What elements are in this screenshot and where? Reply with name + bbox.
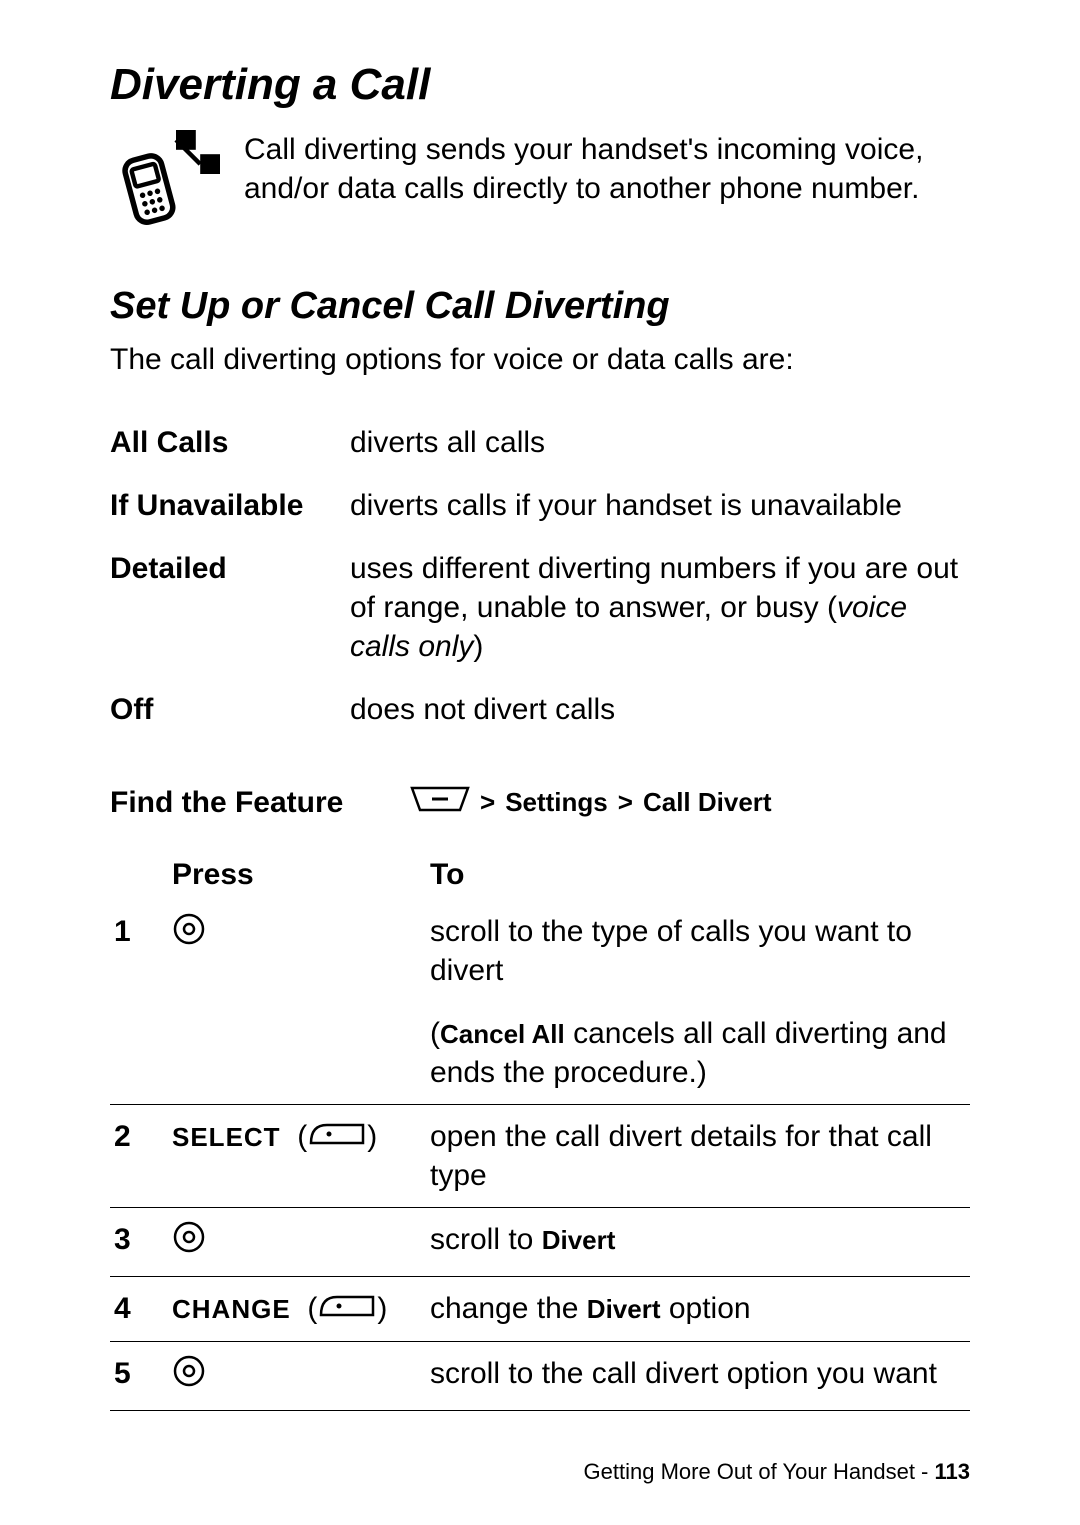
step-row: 3 scroll to Divert — [110, 1207, 970, 1276]
nav-key-icon — [172, 1354, 206, 1398]
option-desc: does not divert calls — [350, 678, 970, 741]
soft-key-icon — [317, 1290, 377, 1329]
menu-key-icon — [410, 786, 470, 819]
step-text: option — [661, 1292, 751, 1325]
option-row: All Calls diverts all calls — [110, 411, 970, 474]
col-to-header: To — [426, 850, 970, 900]
steps-table: Press To 1 scroll to the type of calls y… — [110, 850, 970, 1412]
step-desc: scroll to the type of calls you want to … — [426, 900, 970, 1002]
step-number: 5 — [110, 1342, 168, 1411]
option-desc: diverts calls if your handset is unavail… — [350, 474, 970, 537]
option-row: Off does not divert calls — [110, 678, 970, 741]
find-feature-path: > Settings > Call Divert — [410, 786, 772, 819]
steps-header: Press To — [110, 850, 970, 900]
option-row: If Unavailable diverts calls if your han… — [110, 474, 970, 537]
step-number: 4 — [110, 1276, 168, 1342]
option-label: Detailed — [110, 537, 350, 678]
step-row: 2 SELECT ( ) open the call divert detail… — [110, 1104, 970, 1207]
option-label: Off — [110, 678, 350, 741]
step-note: (Cancel All cancels all call diverting a… — [426, 1002, 970, 1105]
phone-divert-icon — [110, 130, 220, 245]
soft-key-icon — [307, 1118, 367, 1157]
step-press — [168, 1342, 426, 1411]
step-press — [168, 900, 426, 1002]
step-press: SELECT ( ) — [168, 1104, 426, 1207]
options-table: All Calls diverts all calls If Unavailab… — [110, 411, 970, 741]
find-feature-row: Find the Feature > Settings > Call Diver… — [110, 786, 970, 820]
step-desc: open the call divert details for that ca… — [426, 1104, 970, 1207]
option-row: Detailed uses different diverting number… — [110, 537, 970, 678]
nav-key-icon — [172, 1220, 206, 1264]
step-row: 5 scroll to the call divert option you w… — [110, 1342, 970, 1411]
step-press — [168, 1207, 426, 1276]
step-desc: change the Divert option — [426, 1276, 970, 1342]
page-title: Diverting a Call — [110, 60, 970, 110]
softkey-label: CHANGE — [172, 1294, 291, 1324]
step-row: 1 scroll to the type of calls you want t… — [110, 900, 970, 1002]
step-press: CHANGE ( ) — [168, 1276, 426, 1342]
note-open: ( — [430, 1017, 440, 1050]
option-label: If Unavailable — [110, 474, 350, 537]
breadcrumb-sep: > — [618, 787, 633, 818]
breadcrumb-item: Call Divert — [643, 787, 772, 818]
intro-row: Call diverting sends your handset's inco… — [110, 130, 970, 245]
nav-key-icon — [172, 912, 206, 956]
step-number: 3 — [110, 1207, 168, 1276]
option-label: All Calls — [110, 411, 350, 474]
breadcrumb-item: Settings — [505, 787, 608, 818]
step-text: change the — [430, 1292, 587, 1325]
note-strong: Cancel All — [440, 1019, 565, 1049]
step-desc: scroll to Divert — [426, 1207, 970, 1276]
step-desc: scroll to the call divert option you wan… — [426, 1342, 970, 1411]
step-number: 1 — [110, 900, 168, 1002]
step-row-note: (Cancel All cancels all call diverting a… — [110, 1002, 970, 1105]
step-number: 2 — [110, 1104, 168, 1207]
find-feature-label: Find the Feature — [110, 786, 410, 820]
page-number: 113 — [935, 1459, 971, 1484]
section-heading: Set Up or Cancel Call Diverting — [110, 285, 970, 328]
step-strong: Divert — [542, 1225, 616, 1255]
intro-text: Call diverting sends your handset's inco… — [244, 130, 970, 208]
page-footer: Getting More Out of Your Handset - 113 — [584, 1459, 970, 1485]
option-desc-after: ) — [473, 630, 483, 663]
step-strong: Divert — [587, 1294, 661, 1324]
option-desc: uses different diverting numbers if you … — [350, 537, 970, 678]
step-text: scroll to — [430, 1223, 542, 1256]
section-intro: The call diverting options for voice or … — [110, 340, 970, 381]
breadcrumb-sep: > — [480, 787, 495, 818]
softkey-label: SELECT — [172, 1122, 281, 1152]
option-desc: diverts all calls — [350, 411, 970, 474]
footer-text: Getting More Out of Your Handset - — [584, 1459, 935, 1484]
col-press-header: Press — [168, 850, 426, 900]
step-row: 4 CHANGE ( ) change the Divert option — [110, 1276, 970, 1342]
